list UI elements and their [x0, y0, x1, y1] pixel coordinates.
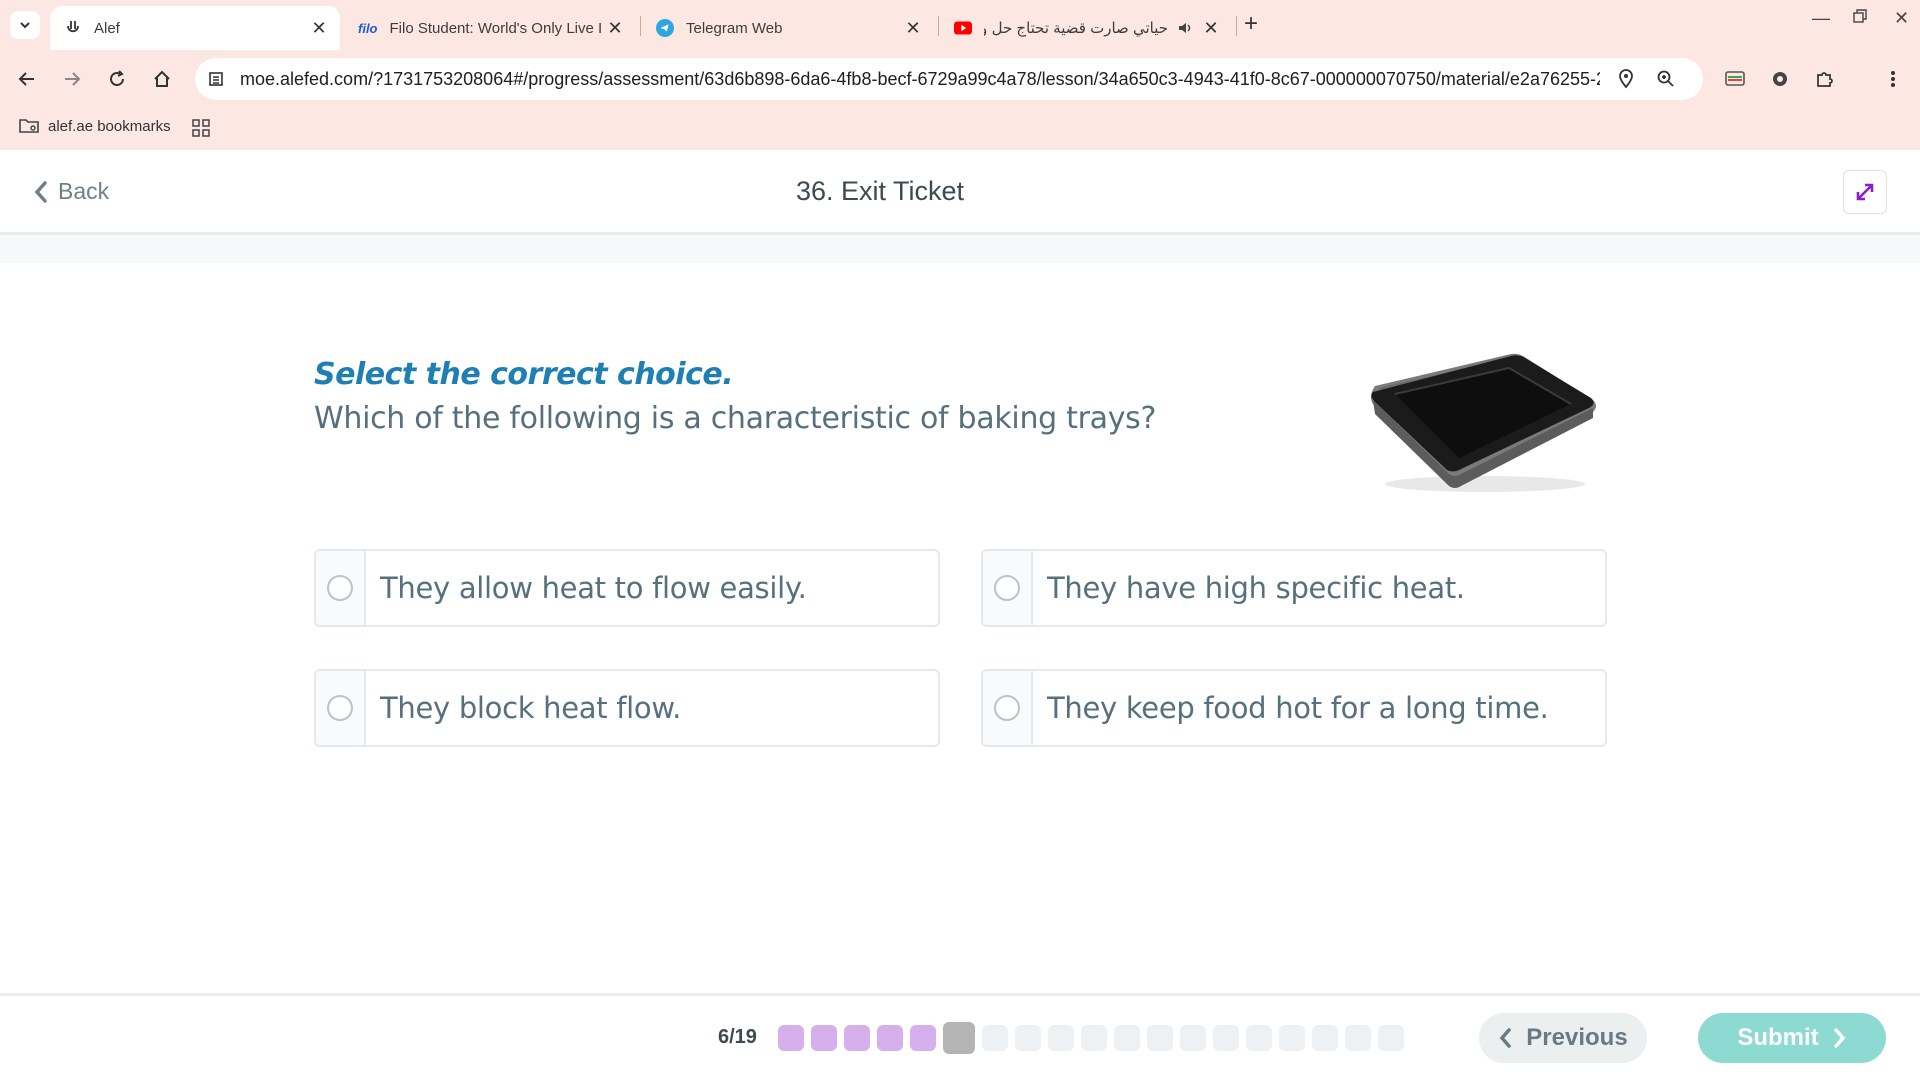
- progress-dot[interactable]: [982, 1025, 1008, 1051]
- radio-button[interactable]: [327, 695, 353, 721]
- answer-option[interactable]: They allow heat to flow easily.: [314, 549, 940, 627]
- close-icon[interactable]: ✕: [308, 17, 330, 39]
- progress-dot[interactable]: [1345, 1025, 1371, 1051]
- progress-dot[interactable]: [1378, 1025, 1404, 1051]
- submit-label: Submit: [1737, 1024, 1819, 1051]
- address-bar[interactable]: moe.alefed.com/?1731753208064#/progress/…: [195, 58, 1703, 100]
- bookmark-folder-icon: [19, 119, 39, 133]
- answer-option[interactable]: They keep food hot for a long time.: [981, 669, 1607, 747]
- location-pin-icon[interactable]: [1615, 68, 1637, 90]
- baking-tray-image: [1370, 353, 1596, 492]
- progress-dot[interactable]: [1048, 1025, 1074, 1051]
- option-text: They block heat flow.: [380, 691, 682, 725]
- close-icon[interactable]: ✕: [604, 17, 626, 39]
- radio-cell: [983, 551, 1033, 625]
- youtube-icon: [954, 19, 972, 37]
- tab-title: Telegram Web: [686, 19, 783, 37]
- chevron-right-icon: [1833, 1028, 1845, 1048]
- assessment-footer: 6/19 Previous Submit: [0, 993, 1920, 1083]
- tab-separator: [938, 16, 939, 36]
- progress-dot[interactable]: [1114, 1025, 1140, 1051]
- previous-button[interactable]: Previous: [1479, 1013, 1647, 1063]
- submit-button[interactable]: Submit: [1698, 1013, 1886, 1063]
- extension-settings-icon[interactable]: [1767, 66, 1793, 92]
- progress-dot[interactable]: [1213, 1025, 1239, 1051]
- minimize-icon[interactable]: —: [1812, 8, 1830, 29]
- tab-telegram[interactable]: Telegram Web ✕: [642, 6, 934, 50]
- restore-icon[interactable]: [1852, 8, 1868, 29]
- progress-dot[interactable]: [1081, 1025, 1107, 1051]
- apps-grid-icon[interactable]: [192, 119, 210, 137]
- tab-youtube[interactable]: حياتي صارت قضية تحتاج حل و ✕: [940, 6, 1232, 50]
- option-text: They have high specific heat.: [1047, 571, 1465, 605]
- option-text: They allow heat to flow easily.: [380, 571, 807, 605]
- progress-dot[interactable]: [1279, 1025, 1305, 1051]
- site-info-icon[interactable]: [205, 68, 227, 90]
- progress-dot[interactable]: [877, 1025, 903, 1051]
- window-close-icon[interactable]: ✕: [1894, 8, 1909, 29]
- fullscreen-button[interactable]: [1843, 170, 1887, 214]
- progress-dot[interactable]: [844, 1025, 870, 1051]
- progress-dot[interactable]: [1015, 1025, 1041, 1051]
- tab-search-button[interactable]: [10, 11, 40, 39]
- forward-arrow-icon[interactable]: [59, 66, 85, 92]
- home-icon[interactable]: [149, 66, 175, 92]
- radio-button[interactable]: [994, 575, 1020, 601]
- option-text: They keep food hot for a long time.: [1047, 691, 1549, 725]
- back-arrow-icon[interactable]: [14, 66, 40, 92]
- tab-title: حياتي صارت قضية تحتاج حل و: [984, 20, 1168, 37]
- radio-button[interactable]: [994, 695, 1020, 721]
- bookmark-label: alef.ae bookmarks: [48, 117, 171, 135]
- question-text: Which of the following is a characterist…: [314, 401, 1157, 436]
- lesson-header: Back 36. Exit Ticket: [0, 150, 1920, 235]
- cast-icon[interactable]: [1722, 66, 1748, 92]
- radio-cell: [983, 671, 1033, 745]
- radio-button[interactable]: [327, 575, 353, 601]
- extensions-puzzle-icon[interactable]: [1812, 66, 1838, 92]
- speaker-icon[interactable]: [1176, 19, 1194, 37]
- header-divider-strip: [0, 235, 1920, 263]
- progress-dot[interactable]: [778, 1025, 804, 1051]
- zoom-icon[interactable]: [1655, 68, 1677, 90]
- tab-title: Alef: [94, 19, 120, 37]
- previous-label: Previous: [1526, 1024, 1628, 1051]
- progress-dot[interactable]: [943, 1022, 975, 1054]
- tab-separator: [640, 16, 641, 36]
- close-icon[interactable]: ✕: [1200, 17, 1222, 39]
- progress-dot[interactable]: [1180, 1025, 1206, 1051]
- page-title: 36. Exit Ticket: [795, 176, 965, 206]
- progress-dot[interactable]: [1246, 1025, 1272, 1051]
- progress-count: 6/19: [718, 1026, 757, 1048]
- radio-cell: [316, 671, 366, 745]
- bookmarks-bar: alef.ae bookmarks: [0, 108, 1920, 150]
- answer-option[interactable]: They block heat flow.: [314, 669, 940, 747]
- tab-alef[interactable]: Alef ✕: [50, 6, 340, 50]
- new-tab-button[interactable]: +: [1244, 12, 1258, 36]
- answer-option[interactable]: They have high specific heat.: [981, 549, 1607, 627]
- url-text[interactable]: moe.alefed.com/?1731753208064#/progress/…: [240, 69, 1600, 90]
- question-area: Select the correct choice. Which of the …: [0, 263, 1920, 993]
- question-instruction: Select the correct choice.: [314, 357, 734, 392]
- progress-dots: [778, 1022, 1411, 1054]
- alef-icon: [64, 19, 82, 37]
- progress-dot[interactable]: [1312, 1025, 1338, 1051]
- expand-icon: [1856, 183, 1874, 201]
- radio-cell: [316, 551, 366, 625]
- progress-dot[interactable]: [910, 1025, 936, 1051]
- chevron-left-icon: [1499, 1028, 1512, 1048]
- chevron-down-icon: [20, 22, 30, 29]
- tab-title: Filo Student: World's Only Live I: [389, 19, 603, 37]
- close-icon[interactable]: ✕: [902, 17, 924, 39]
- reload-icon[interactable]: [104, 66, 130, 92]
- browser-tab-strip: Alef ✕ filo Filo Student: World's Only L…: [0, 0, 1920, 50]
- progress-dot[interactable]: [1147, 1025, 1173, 1051]
- bookmark-folder[interactable]: alef.ae bookmarks: [18, 117, 171, 135]
- tab-separator: [1236, 16, 1237, 36]
- progress-dot[interactable]: [811, 1025, 837, 1051]
- more-menu-icon[interactable]: [1880, 66, 1906, 92]
- tab-filo[interactable]: filo Filo Student: World's Only Live I ✕: [344, 6, 636, 50]
- filo-icon: filo: [358, 20, 378, 36]
- telegram-icon: [656, 19, 674, 37]
